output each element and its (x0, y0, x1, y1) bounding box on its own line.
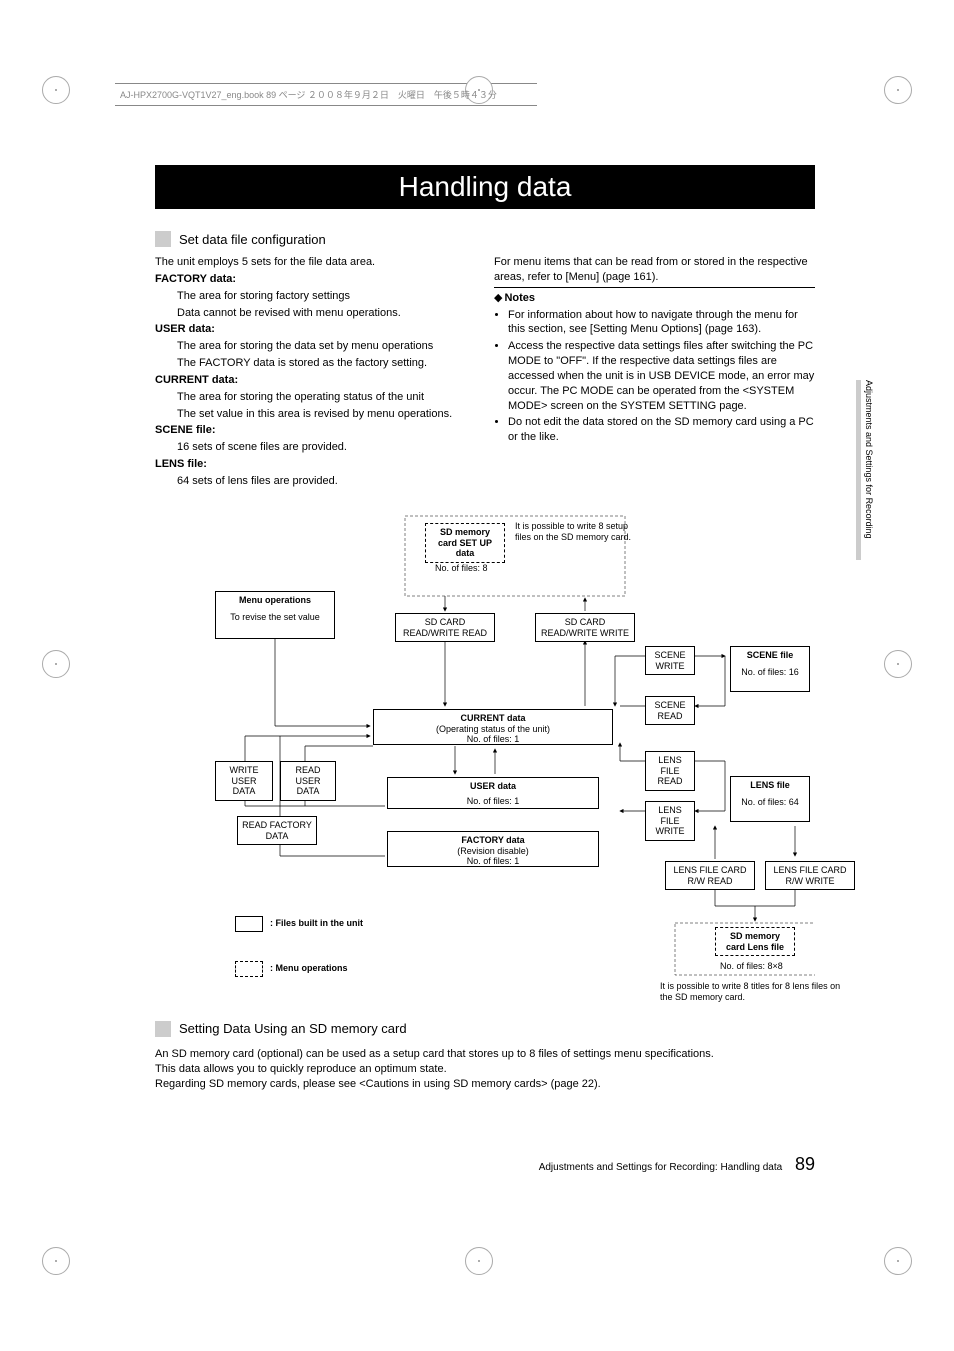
def-desc: The area for storing the operating statu… (155, 390, 476, 405)
current-data-box: CURRENT data (Operating status of the un… (373, 709, 613, 745)
body-line: An SD memory card (optional) can be used… (155, 1047, 815, 1062)
user-title: USER data (392, 781, 594, 792)
scene-read: SCENE READ (645, 696, 695, 726)
lens-card-read: LENS FILE CARD R/W READ (665, 861, 755, 891)
factory-title: FACTORY data (461, 835, 524, 845)
section-bullet-icon (155, 231, 171, 247)
side-tab-label: Adjustments and Settings for Recording (864, 380, 874, 539)
legend-solid-label: : Files built in the unit (270, 918, 363, 928)
print-header-note: AJ-HPX2700G-VQT1V27_eng.book 89 ページ ２００８… (120, 88, 497, 101)
def-desc: The FACTORY data is stored as the factor… (155, 356, 476, 371)
def-term: SCENE file: (155, 423, 476, 438)
scene-write: SCENE WRITE (645, 646, 695, 676)
def-desc: The set value in this area is revised by… (155, 407, 476, 422)
sd-rw-write: SD CARD READ/WRITE WRITE (535, 613, 635, 643)
footer-chapter: Adjustments and Settings for Recording: (539, 1162, 718, 1173)
note-item: For information about how to navigate th… (508, 308, 815, 338)
left-column: The unit employs 5 sets for the file dat… (155, 255, 476, 491)
write-user-data: WRITE USER DATA (215, 761, 273, 801)
sd-setup-note: It is possible to write 8 setup files on… (515, 521, 635, 543)
legend-dashed-label: : Menu operations (270, 963, 348, 973)
current-n: No. of files: 1 (378, 734, 608, 745)
user-n: No. of files: 1 (392, 796, 594, 807)
lens-file-n: No. of files: 64 (735, 797, 805, 808)
page-title: Handling data (155, 165, 815, 209)
register-mark (884, 1247, 912, 1275)
sd-setup-nfiles: No. of files: 8 (435, 563, 488, 574)
section2-body: An SD memory card (optional) can be used… (155, 1047, 815, 1092)
scene-file-title: SCENE file (735, 650, 805, 661)
def-term: LENS file: (155, 457, 476, 472)
menu-ops-title: Menu operations (220, 595, 330, 606)
read-user-data: READ USER DATA (280, 761, 336, 801)
current-sub: (Operating status of the unit) (378, 724, 608, 735)
def-desc: Data cannot be revised with menu operati… (155, 306, 476, 321)
current-title: CURRENT data (460, 713, 525, 723)
register-mark (42, 1247, 70, 1275)
section-bullet-icon (155, 1021, 171, 1037)
sd-lens-box: SD memory card Lens file (715, 927, 795, 957)
def-desc: The area for storing the data set by men… (155, 339, 476, 354)
register-mark (42, 76, 70, 104)
lens-read: LENS FILE READ (645, 751, 695, 791)
right-intro: For menu items that can be read from or … (494, 255, 815, 285)
note-item: Do not edit the data stored on the SD me… (508, 415, 815, 445)
factory-data-box: FACTORY data (Revision disable) No. of f… (387, 831, 599, 867)
menu-ops-box: Menu operations To revise the set value (215, 591, 335, 639)
scene-file-box: SCENE file No. of files: 16 (730, 646, 810, 692)
def-term: CURRENT data: (155, 373, 476, 388)
def-desc: 16 sets of scene files are provided. (155, 440, 476, 455)
body-line: This data allows you to quickly reproduc… (155, 1062, 815, 1077)
user-data-box: USER data No. of files: 1 (387, 777, 599, 809)
side-tab: Adjustments and Settings for Recording (856, 380, 866, 560)
page-footer: Adjustments and Settings for Recording: … (155, 1154, 815, 1175)
section-title: Set data file configuration (179, 232, 326, 247)
factory-sub: (Revision disable) (392, 846, 594, 857)
def-desc: The area for storing factory settings (155, 289, 476, 304)
section-title: Setting Data Using an SD memory card (179, 1021, 407, 1036)
register-mark (465, 1247, 493, 1275)
right-column: For menu items that can be read from or … (494, 255, 815, 491)
notes-heading: Notes (494, 287, 815, 306)
data-flow-diagram: SD memory card SET UP data It is possibl… (155, 511, 815, 1011)
section-heading: Set data file configuration (155, 231, 815, 247)
sd-lens-note: It is possible to write 8 titles for 8 l… (660, 981, 850, 1003)
lens-file-box: LENS file No. of files: 64 (730, 776, 810, 822)
sd-rw-read: SD CARD READ/WRITE READ (395, 613, 495, 643)
section-heading: Setting Data Using an SD memory card (155, 1021, 815, 1037)
def-desc: 64 sets of lens files are provided. (155, 474, 476, 489)
sd-setup-box: SD memory card SET UP data (425, 523, 505, 563)
note-item: Access the respective data settings file… (508, 339, 815, 413)
scene-file-n: No. of files: 16 (735, 667, 805, 678)
def-term: USER data: (155, 322, 476, 337)
read-factory-data: READ FACTORY DATA (237, 816, 317, 846)
sd-lens-n: No. of files: 8×8 (720, 961, 783, 972)
legend-solid-icon (235, 916, 263, 932)
page-number: 89 (795, 1154, 815, 1174)
def-term: FACTORY data: (155, 272, 476, 287)
menu-ops-sub: To revise the set value (220, 612, 330, 623)
lens-card-write: LENS FILE CARD R/W WRITE (765, 861, 855, 891)
register-mark (884, 76, 912, 104)
register-mark (884, 650, 912, 678)
lens-write: LENS FILE WRITE (645, 801, 695, 841)
intro-text: The unit employs 5 sets for the file dat… (155, 255, 476, 270)
footer-page-title: Handling data (720, 1162, 782, 1173)
lens-file-title: LENS file (735, 780, 805, 791)
register-mark (42, 650, 70, 678)
factory-n: No. of files: 1 (392, 856, 594, 867)
body-line: Regarding SD memory cards, please see <C… (155, 1077, 815, 1092)
legend-dashed-icon (235, 961, 263, 977)
